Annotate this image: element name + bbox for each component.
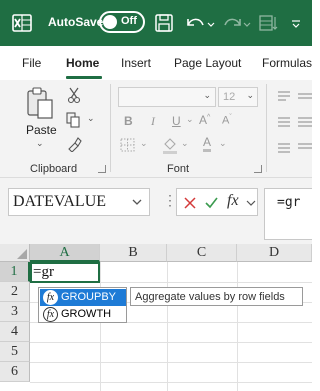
copy-icon[interactable] xyxy=(66,112,80,128)
gridline xyxy=(237,262,238,391)
group-separator xyxy=(266,84,267,172)
font-launcher-icon[interactable] xyxy=(254,165,262,173)
font-color-dropdown-icon[interactable]: ⌄ xyxy=(219,138,227,149)
underline-icon[interactable]: U xyxy=(172,114,181,128)
cell-a1-text: =gr xyxy=(33,264,54,280)
chevron-down-icon: ⌄ xyxy=(246,90,254,100)
paste-icon[interactable] xyxy=(24,86,56,120)
font-name-select[interactable]: ⌄ xyxy=(118,87,216,107)
select-all-corner[interactable] xyxy=(0,244,30,262)
formula-bar-splitter-icon[interactable]: ⋮ xyxy=(163,192,177,209)
insert-function-icon[interactable]: fx xyxy=(227,192,239,210)
function-autocomplete-list: fx GROUPBY fx GROWTH xyxy=(38,287,127,323)
shrink-font-icon[interactable]: Aˇ xyxy=(222,114,232,127)
font-group-label: Font xyxy=(167,163,190,175)
row-header[interactable]: 4 xyxy=(0,322,30,342)
gridline xyxy=(167,262,168,391)
clipboard-group-label: Clipboard xyxy=(30,163,78,175)
font-size-value: 12 xyxy=(223,91,236,103)
autocomplete-item-label: GROWTH xyxy=(61,308,112,320)
active-tab-indicator xyxy=(66,76,102,79)
autocomplete-item-groupby[interactable]: fx GROUPBY xyxy=(40,289,126,306)
sort-icon[interactable] xyxy=(258,12,280,34)
row-header[interactable]: 5 xyxy=(0,342,30,362)
name-box-value: DATEVALUE xyxy=(13,193,107,210)
row-header[interactable]: 2 xyxy=(0,282,30,302)
excel-logo-icon xyxy=(12,14,32,32)
clipboard-launcher-icon[interactable] xyxy=(98,165,106,173)
chevron-down-icon[interactable] xyxy=(131,197,143,207)
gridline xyxy=(30,342,312,343)
paste-label[interactable]: Paste xyxy=(26,123,57,137)
autosave-toggle[interactable]: Off xyxy=(99,11,145,33)
chevron-down-icon: ⌄ xyxy=(203,90,211,100)
autosave-state: Off xyxy=(121,15,137,27)
function-icon: fx xyxy=(43,307,58,322)
chevron-down-icon[interactable] xyxy=(246,198,256,208)
row-header[interactable]: 3 xyxy=(0,302,30,322)
grow-font-icon[interactable]: A^ xyxy=(199,113,210,127)
bold-icon[interactable]: B xyxy=(124,114,133,128)
format-painter-icon[interactable] xyxy=(66,136,82,152)
tab-page-layout[interactable]: Page Layout xyxy=(174,56,241,70)
column-header[interactable]: A xyxy=(30,244,100,262)
tab-insert[interactable]: Insert xyxy=(121,56,151,70)
autocomplete-item-growth[interactable]: fx GROWTH xyxy=(40,306,126,323)
gridline xyxy=(100,262,101,391)
formula-bar-row: DATEVALUE ⋮ fx =gr xyxy=(0,178,312,244)
ribbon-tabs: File Home Insert Page Layout Formulas xyxy=(0,46,312,80)
redo-icon[interactable] xyxy=(222,12,252,34)
undo-icon[interactable] xyxy=(184,12,216,34)
autosave-label: AutoSave xyxy=(48,15,104,29)
cut-icon[interactable] xyxy=(67,86,81,104)
borders-icon[interactable] xyxy=(120,138,136,152)
column-header[interactable]: D xyxy=(237,244,312,262)
ribbon-home: Paste ⌄ ⌄ Clipboard ⌄ 12 ⌄ B I U ⌄ A^ Aˇ… xyxy=(0,80,312,178)
autocomplete-item-label: GROUPBY xyxy=(61,291,117,303)
column-header[interactable]: B xyxy=(100,244,167,262)
column-header[interactable]: C xyxy=(167,244,237,262)
formula-input[interactable]: =gr xyxy=(264,188,312,240)
gridline xyxy=(30,362,312,363)
italic-icon[interactable]: I xyxy=(151,114,155,129)
fill-color-icon[interactable] xyxy=(162,136,178,154)
name-box[interactable]: DATEVALUE xyxy=(8,188,150,216)
font-size-select[interactable]: 12 ⌄ xyxy=(218,87,258,107)
active-cell-a1[interactable]: =gr xyxy=(30,262,100,283)
function-icon: fx xyxy=(43,290,58,305)
select-all-icon xyxy=(17,249,27,259)
font-color-icon[interactable]: A xyxy=(203,135,212,152)
row-header[interactable]: 6 xyxy=(0,362,30,382)
tab-formulas[interactable]: Formulas xyxy=(262,56,312,70)
tab-home[interactable]: Home xyxy=(66,56,99,70)
save-icon[interactable] xyxy=(154,12,174,34)
function-tooltip: Aggregate values by row fields xyxy=(130,287,303,306)
group-separator xyxy=(110,84,111,172)
align-icon[interactable] xyxy=(276,88,312,158)
borders-dropdown-icon[interactable]: ⌄ xyxy=(140,138,148,149)
enter-icon[interactable] xyxy=(204,196,219,210)
formula-controls: fx xyxy=(176,188,258,216)
paste-dropdown-icon[interactable]: ⌄ xyxy=(36,138,44,149)
row-header[interactable]: 1 xyxy=(0,262,30,282)
toggle-knob xyxy=(103,15,117,29)
formula-text: =gr xyxy=(277,195,301,210)
tab-file[interactable]: File xyxy=(22,56,41,70)
title-bar: AutoSave Off xyxy=(0,0,312,46)
underline-dropdown-icon[interactable]: ⌄ xyxy=(186,114,194,125)
gridline xyxy=(30,382,312,383)
customize-toolbar-icon[interactable] xyxy=(290,12,302,34)
copy-dropdown-icon[interactable]: ⌄ xyxy=(87,113,95,124)
fill-color-dropdown-icon[interactable]: ⌄ xyxy=(181,138,189,149)
cancel-icon[interactable] xyxy=(183,196,197,210)
